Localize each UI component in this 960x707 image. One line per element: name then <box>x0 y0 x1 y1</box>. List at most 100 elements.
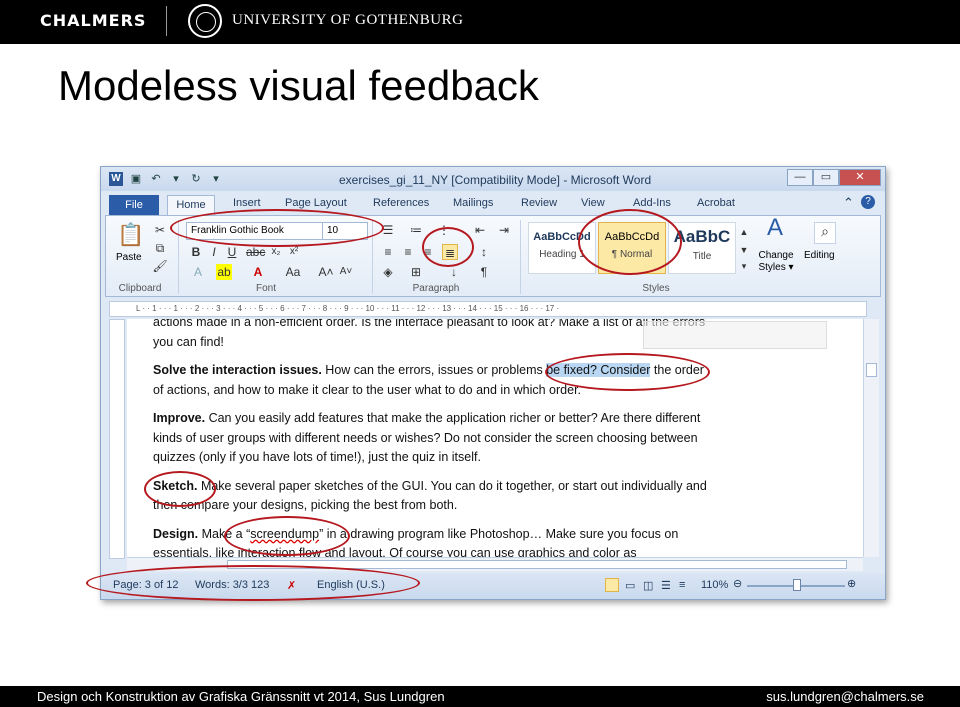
editing-button[interactable]: Editing <box>804 250 835 261</box>
tab-add-ins[interactable]: Add-Ins <box>633 197 671 209</box>
numbering-icon[interactable]: ≔ <box>408 222 424 238</box>
paste-icon[interactable]: 📋 <box>116 220 146 250</box>
align-center-icon[interactable]: ≡ <box>400 244 416 260</box>
group-separator <box>520 220 521 294</box>
outline-view-icon[interactable]: ☰ <box>661 579 671 592</box>
minimize-button[interactable]: — <box>787 169 813 186</box>
style-normal[interactable]: AaBbCcDd ¶ Normal <box>598 222 666 274</box>
tab-mailings[interactable]: Mailings <box>453 197 493 209</box>
zoom-level[interactable]: 110% <box>701 579 728 591</box>
justify-icon[interactable]: ≣ <box>442 244 458 260</box>
document-area[interactable]: actions made in a non-efficient order. I… <box>127 319 863 557</box>
highlight-icon[interactable]: ab <box>216 264 232 280</box>
customize-qat-icon[interactable]: ▾ <box>209 172 223 186</box>
style-title[interactable]: AaBbC Title <box>668 222 736 274</box>
shading-icon[interactable]: ◈ <box>380 264 396 280</box>
cut-icon[interactable]: ✂ <box>152 222 168 238</box>
group-separator <box>178 220 179 294</box>
help-icon[interactable]: ? <box>861 195 875 209</box>
shrink-font-icon[interactable]: A˅ <box>338 264 354 280</box>
font-name-combobox[interactable]: Franklin Gothic Book <box>186 222 326 240</box>
footer-email: sus.lundgren@chalmers.se <box>766 689 924 704</box>
text-effects-icon[interactable]: A <box>190 264 206 280</box>
word-window: W ▣ ↶ ▾ ↻ ▾ exercises_gi_11_NY [Compatib… <box>100 166 886 600</box>
paste-label[interactable]: Paste <box>116 252 142 263</box>
styles-scroll-up-icon[interactable]: ▲ <box>736 224 752 240</box>
page-count[interactable]: Page: 3 of 12 <box>113 579 178 591</box>
slide-footer: Design och Konstruktion av Grafiska Grän… <box>0 686 960 707</box>
document-text[interactable]: actions made in a non-efficient order. I… <box>153 319 713 557</box>
word-count[interactable]: Words: 3/3 123 <box>195 579 269 591</box>
window-controls: — ▭ ✕ <box>787 169 881 186</box>
window-title: exercises_gi_11_NY [Compatibility Mode] … <box>339 173 652 187</box>
zoom-in-icon[interactable]: ⊕ <box>847 577 856 590</box>
copy-icon[interactable]: ⧉ <box>152 240 168 256</box>
tab-page-layout[interactable]: Page Layout <box>285 197 347 209</box>
align-right-icon[interactable]: ≡ <box>420 244 436 260</box>
borders-icon[interactable]: ⊞ <box>408 264 424 280</box>
horizontal-ruler[interactable]: L · · 1 · · · 1 · · · 2 · · · 3 · · · 4 … <box>109 301 867 317</box>
binoculars-icon[interactable]: ⌕ <box>814 222 836 244</box>
bold-button[interactable]: B <box>188 244 204 260</box>
draft-view-icon[interactable]: ≡ <box>679 579 685 591</box>
subscript-button[interactable]: x₂ <box>268 244 284 260</box>
ribbon-home: 📋 Paste ✂ ⧉ 🖌 Clipboard Franklin Gothic … <box>105 215 881 297</box>
vertical-scrollbar[interactable] <box>863 319 879 557</box>
zoom-slider-thumb[interactable] <box>793 579 801 591</box>
bullets-icon[interactable]: ☰ <box>380 222 396 238</box>
grow-font-icon[interactable]: A˄ <box>318 264 334 280</box>
paragraph-improve: Improve. Can you easily add features tha… <box>153 411 701 464</box>
tab-home[interactable]: Home <box>167 195 215 215</box>
style-heading-1[interactable]: AaBbCcDd Heading 1 <box>528 222 596 274</box>
print-layout-view-icon[interactable] <box>605 578 619 592</box>
decrease-indent-icon[interactable]: ⇤ <box>472 222 488 238</box>
show-hide-icon[interactable]: ¶ <box>476 264 492 280</box>
scrollbar-thumb[interactable] <box>866 363 877 377</box>
redo-icon[interactable]: ↻ <box>189 172 203 186</box>
tab-review[interactable]: Review <box>521 197 557 209</box>
vertical-ruler[interactable] <box>109 319 125 559</box>
tab-file[interactable]: File <box>109 195 159 215</box>
underline-button[interactable]: U <box>224 244 240 260</box>
web-layout-view-icon[interactable]: ◫ <box>643 579 653 592</box>
full-screen-view-icon[interactable]: ▭ <box>625 579 635 592</box>
undo-icon[interactable]: ↶ <box>149 172 163 186</box>
font-size-combobox[interactable]: 10 <box>322 222 368 240</box>
horizontal-scrollbar[interactable] <box>127 557 863 571</box>
sort-icon[interactable]: ↓ <box>446 264 462 280</box>
change-styles-icon[interactable]: A <box>760 216 790 250</box>
zoom-out-icon[interactable]: ⊖ <box>733 577 742 590</box>
styles-group-label: Styles <box>642 283 670 294</box>
change-styles-button[interactable]: Change Styles ▾ <box>754 250 798 274</box>
close-button[interactable]: ✕ <box>839 169 881 186</box>
multilevel-list-icon[interactable]: ⋮ <box>436 222 452 238</box>
language-indicator[interactable]: English (U.S.) <box>317 579 385 591</box>
mini-toolbar-faded[interactable] <box>643 321 827 349</box>
styles-more-icon[interactable]: ▾ <box>736 258 752 274</box>
word-logo-icon[interactable]: W <box>109 172 123 186</box>
footer-course: Design och Konstruktion av Grafiska Grän… <box>37 689 445 704</box>
proofing-icon[interactable]: ✗ <box>287 579 296 592</box>
font-color-icon[interactable]: A <box>250 264 266 280</box>
paragraph-design: Design. Make a “screendump” in a drawing… <box>153 526 679 558</box>
save-icon[interactable]: ▣ <box>129 172 143 186</box>
text-selection: be fixed? Consider <box>546 363 651 377</box>
line-spacing-icon[interactable]: ↕ <box>476 244 492 260</box>
tab-insert[interactable]: Insert <box>233 197 261 209</box>
tab-acrobat[interactable]: Acrobat <box>697 197 735 209</box>
styles-scroll-down-icon[interactable]: ▼ <box>736 242 752 258</box>
clipboard-group-label: Clipboard <box>118 283 162 294</box>
tab-view[interactable]: View <box>581 197 605 209</box>
minimize-ribbon-icon[interactable]: ⌃ <box>843 195 854 211</box>
italic-button[interactable]: I <box>206 244 222 260</box>
change-case-icon[interactable]: Aa <box>282 264 304 280</box>
align-left-icon[interactable]: ≡ <box>380 244 396 260</box>
hscrollbar-thumb[interactable] <box>227 560 847 569</box>
dropdown-arrow-icon[interactable]: ▾ <box>169 172 183 186</box>
format-painter-icon[interactable]: 🖌 <box>152 258 168 274</box>
maximize-button[interactable]: ▭ <box>813 169 839 186</box>
tab-references[interactable]: References <box>373 197 429 209</box>
increase-indent-icon[interactable]: ⇥ <box>496 222 512 238</box>
strikethrough-button[interactable]: abc <box>246 244 265 260</box>
superscript-button[interactable]: x² <box>286 244 302 260</box>
